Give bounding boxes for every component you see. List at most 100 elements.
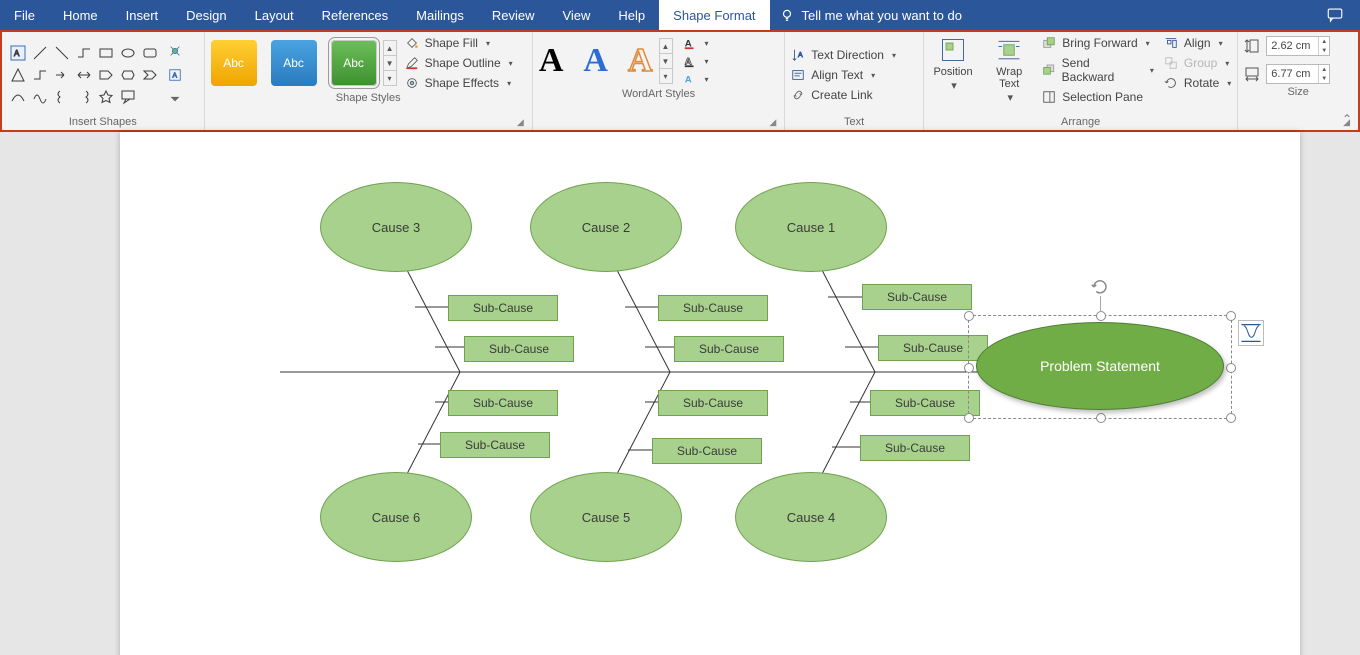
resize-handle-e[interactable] — [1226, 363, 1236, 373]
cause-3-oval[interactable]: Cause 3 — [320, 182, 472, 272]
sub-cause-box[interactable]: Sub-Cause — [862, 284, 972, 310]
text-direction-button[interactable]: AText Direction▾ — [791, 48, 896, 62]
shape-hexagon-icon[interactable] — [118, 65, 138, 85]
shape-fill-button[interactable]: Shape Fill▾ — [405, 36, 513, 50]
style-gallery-more-icon[interactable]: ▾ — [384, 71, 396, 85]
style-thumb-green[interactable]: Abc — [331, 40, 377, 86]
shape-brace-icon[interactable] — [52, 87, 72, 107]
cause-6-oval[interactable]: Cause 6 — [320, 472, 472, 562]
shape-curve-icon[interactable] — [8, 87, 28, 107]
layout-options-button[interactable] — [1238, 320, 1264, 346]
sub-cause-box[interactable]: Sub-Cause — [658, 295, 768, 321]
shape-arrow-icon[interactable] — [52, 65, 72, 85]
bring-forward-button[interactable]: Bring Forward▾ — [1042, 36, 1154, 50]
cause-4-oval[interactable]: Cause 4 — [735, 472, 887, 562]
align-text-button[interactable]: Align Text▾ — [791, 68, 896, 82]
text-fill-button[interactable]: A▾ — [683, 36, 709, 50]
create-link-button[interactable]: Create Link — [791, 88, 896, 102]
resize-handle-w[interactable] — [964, 363, 974, 373]
draw-textbox-button[interactable]: A — [164, 64, 186, 86]
shapes-more-button[interactable] — [164, 88, 186, 110]
cause-5-oval[interactable]: Cause 5 — [530, 472, 682, 562]
send-backward-button[interactable]: Send Backward▾ — [1042, 56, 1154, 84]
shape-line2-icon[interactable] — [52, 43, 72, 63]
style-scroll-up-icon[interactable]: ▲ — [384, 41, 396, 56]
sub-cause-box[interactable]: Sub-Cause — [658, 390, 768, 416]
shape-doublearrow-icon[interactable] — [74, 65, 94, 85]
wordart-scroll-up-icon[interactable]: ▲ — [660, 39, 672, 54]
shape-elbow-icon[interactable] — [30, 65, 50, 85]
wordart-gallery-scroll[interactable]: ▲ ▼ ▾ — [659, 38, 673, 84]
style-thumb-yellow[interactable]: Abc — [211, 40, 257, 86]
sub-cause-box[interactable]: Sub-Cause — [448, 295, 558, 321]
width-spin-down-icon[interactable]: ▼ — [1319, 74, 1329, 83]
height-spin-down-icon[interactable]: ▼ — [1319, 46, 1329, 55]
text-outline-button[interactable]: A▾ — [683, 54, 709, 68]
align-button[interactable]: Align▾ — [1164, 36, 1231, 50]
wordart-gallery[interactable]: A A A — [539, 42, 653, 80]
tab-help[interactable]: Help — [604, 0, 659, 30]
edit-shape-button[interactable] — [164, 40, 186, 62]
width-spin-up-icon[interactable]: ▲ — [1319, 65, 1329, 74]
shape-freeform-icon[interactable] — [30, 87, 50, 107]
rotate-button[interactable]: Rotate▾ — [1164, 76, 1231, 90]
wordart-gallery-more-icon[interactable]: ▾ — [660, 69, 672, 83]
shape-height-input[interactable]: 2.62 cm▲▼ — [1266, 36, 1330, 56]
comments-icon[interactable] — [1326, 6, 1344, 24]
rotate-handle-icon[interactable] — [1091, 278, 1109, 296]
resize-handle-nw[interactable] — [964, 311, 974, 321]
wordart-thumb-3[interactable]: A — [628, 42, 653, 80]
sub-cause-box[interactable]: Sub-Cause — [448, 390, 558, 416]
shape-oval-icon[interactable] — [118, 43, 138, 63]
resize-handle-s[interactable] — [1096, 413, 1106, 423]
wordart-launcher-icon[interactable]: ◢ — [769, 117, 776, 128]
shape-styles-launcher-icon[interactable]: ◢ — [517, 117, 524, 128]
shape-style-gallery[interactable]: Abc Abc Abc — [211, 40, 377, 86]
wordart-scroll-down-icon[interactable]: ▼ — [660, 54, 672, 69]
sub-cause-box[interactable]: Sub-Cause — [440, 432, 550, 458]
page[interactable]: Cause 3 Cause 2 Cause 1 Cause 6 Cause 5 … — [120, 132, 1300, 655]
shape-textbox-icon[interactable]: A — [8, 43, 28, 63]
shape-rect-icon[interactable] — [96, 43, 116, 63]
sub-cause-box[interactable]: Sub-Cause — [870, 390, 980, 416]
tab-home[interactable]: Home — [49, 0, 112, 30]
shape-star-icon[interactable] — [96, 87, 116, 107]
sub-cause-box[interactable]: Sub-Cause — [464, 336, 574, 362]
tab-insert[interactable]: Insert — [112, 0, 173, 30]
sub-cause-box[interactable]: Sub-Cause — [652, 438, 762, 464]
problem-statement-oval[interactable]: Problem Statement — [976, 322, 1224, 410]
cause-2-oval[interactable]: Cause 2 — [530, 182, 682, 272]
text-effects-button[interactable]: A▾ — [683, 72, 709, 86]
style-thumb-blue[interactable]: Abc — [271, 40, 317, 86]
tab-view[interactable]: View — [548, 0, 604, 30]
collapse-ribbon-icon[interactable]: ⌃ — [1342, 112, 1352, 126]
resize-handle-n[interactable] — [1096, 311, 1106, 321]
shape-callout-icon[interactable] — [118, 87, 138, 107]
tell-me-search[interactable]: Tell me what you want to do — [780, 0, 962, 30]
tab-mailings[interactable]: Mailings — [402, 0, 478, 30]
shape-brace2-icon[interactable] — [74, 87, 94, 107]
tab-review[interactable]: Review — [478, 0, 549, 30]
tab-file[interactable]: File — [0, 0, 49, 30]
shape-connector-icon[interactable] — [74, 43, 94, 63]
resize-handle-sw[interactable] — [964, 413, 974, 423]
wrap-text-button[interactable]: Wrap Text▾ — [986, 36, 1032, 104]
selection-pane-button[interactable]: Selection Pane — [1042, 90, 1154, 104]
tab-layout[interactable]: Layout — [241, 0, 308, 30]
shape-line-icon[interactable] — [30, 43, 50, 63]
position-button[interactable]: Position▾ — [930, 36, 976, 92]
shape-effects-button[interactable]: Shape Effects▾ — [405, 76, 513, 90]
style-gallery-scroll[interactable]: ▲ ▼ ▾ — [383, 40, 397, 86]
shape-width-input[interactable]: 6.77 cm▲▼ — [1266, 64, 1330, 84]
sub-cause-box[interactable]: Sub-Cause — [860, 435, 970, 461]
cause-1-oval[interactable]: Cause 1 — [735, 182, 887, 272]
height-spin-up-icon[interactable]: ▲ — [1319, 37, 1329, 46]
tab-design[interactable]: Design — [172, 0, 240, 30]
shape-roundrect-icon[interactable] — [140, 43, 160, 63]
shape-chevron-icon[interactable] — [140, 65, 160, 85]
tab-references[interactable]: References — [308, 0, 402, 30]
resize-handle-ne[interactable] — [1226, 311, 1236, 321]
wordart-thumb-1[interactable]: A — [539, 42, 564, 80]
shapes-gallery[interactable]: A — [8, 43, 160, 107]
style-scroll-down-icon[interactable]: ▼ — [384, 56, 396, 71]
